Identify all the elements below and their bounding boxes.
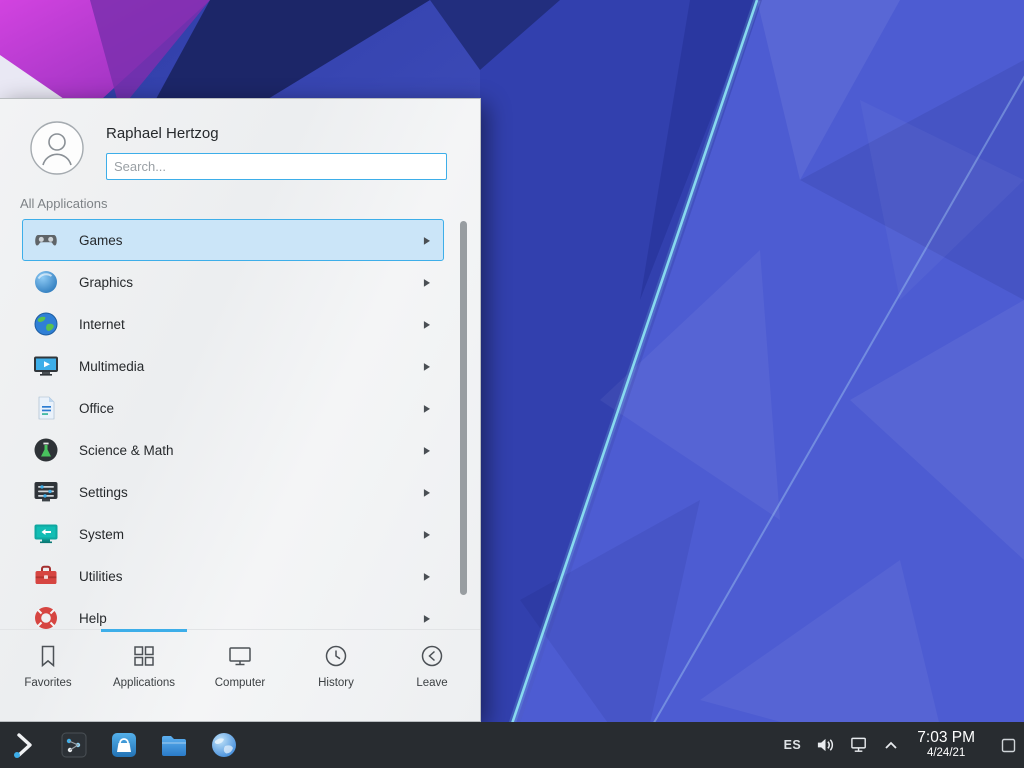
submenu-arrow-icon: ▶: [424, 402, 430, 413]
taskbar-app-discover[interactable]: [106, 725, 142, 765]
category-list: Games ▶ Graphics ▶: [0, 217, 480, 629]
games-icon: [31, 225, 61, 255]
discover-icon: [109, 730, 139, 760]
category-utilities[interactable]: Utilities ▶: [22, 555, 444, 597]
category-office[interactable]: Office ▶: [22, 387, 444, 429]
science-icon: [31, 435, 61, 465]
category-multimedia[interactable]: Multimedia ▶: [22, 345, 444, 387]
tab-label: Computer: [215, 677, 266, 689]
search-input[interactable]: [106, 153, 447, 180]
network-icon[interactable]: [850, 736, 869, 754]
taskbar-panel: ES 7:03 PM 4/24/21: [0, 722, 1024, 768]
category-games[interactable]: Games ▶: [22, 219, 444, 261]
tab-computer[interactable]: Computer: [192, 643, 288, 721]
taskbar-app-browser[interactable]: [206, 725, 242, 765]
category-label: Utilities: [79, 569, 424, 584]
active-tab-indicator: [101, 629, 187, 632]
office-icon: [31, 393, 61, 423]
globe-icon: [209, 730, 239, 760]
category-science-math[interactable]: Science & Math ▶: [22, 429, 444, 471]
launcher-icon: [9, 730, 39, 760]
tab-label: History: [318, 677, 354, 689]
tab-applications[interactable]: Applications: [96, 643, 192, 721]
system-tray: ES 7:03 PM 4/24/21: [784, 722, 1020, 768]
submenu-arrow-icon: ▶: [424, 276, 430, 287]
tab-label: Favorites: [24, 677, 71, 689]
settings-icon: [31, 477, 61, 507]
folder-icon: [159, 730, 189, 760]
list-scrollbar[interactable]: [460, 221, 467, 595]
launcher-tab-bar: Favorites Applications Computer: [0, 629, 480, 721]
tab-label: Applications: [113, 677, 175, 689]
category-system[interactable]: System ▶: [22, 513, 444, 555]
launcher-header: Raphael Hertzog: [0, 99, 480, 192]
category-label: Games: [79, 233, 424, 248]
volume-icon[interactable]: [816, 736, 835, 754]
submenu-arrow-icon: ▶: [424, 612, 430, 623]
section-label: All Applications: [20, 196, 480, 211]
submenu-arrow-icon: ▶: [424, 318, 430, 329]
category-label: Office: [79, 401, 424, 416]
taskbar-app-dolphin[interactable]: [156, 725, 192, 765]
taskbar-apps: [6, 725, 242, 765]
clock-date: 4/24/21: [917, 747, 975, 761]
digital-clock[interactable]: 7:03 PM 4/24/21: [917, 729, 975, 761]
help-icon: [31, 603, 61, 629]
clock-time: 7:03 PM: [917, 729, 975, 748]
category-graphics[interactable]: Graphics ▶: [22, 261, 444, 303]
application-launcher-popup: Raphael Hertzog All Applications Games ▶: [0, 98, 481, 722]
tab-leave[interactable]: Leave: [384, 643, 480, 721]
applications-icon: [131, 643, 157, 669]
tab-label: Leave: [416, 677, 447, 689]
submenu-arrow-icon: ▶: [424, 360, 430, 371]
tab-history[interactable]: History: [288, 643, 384, 721]
show-desktop-button[interactable]: [996, 722, 1020, 768]
konsole-icon: [59, 730, 89, 760]
category-internet[interactable]: Internet ▶: [22, 303, 444, 345]
taskbar-app-konsole[interactable]: [56, 725, 92, 765]
tab-favorites[interactable]: Favorites: [0, 643, 96, 721]
category-label: System: [79, 527, 424, 542]
keyboard-layout-indicator[interactable]: ES: [784, 738, 802, 752]
computer-icon: [227, 643, 253, 669]
user-name: Raphael Hertzog: [106, 125, 447, 142]
utilities-icon: [31, 561, 61, 591]
category-label: Multimedia: [79, 359, 424, 374]
multimedia-icon: [31, 351, 61, 381]
category-label: Science & Math: [79, 443, 424, 458]
show-desktop-icon: [1001, 738, 1016, 753]
graphics-icon: [31, 267, 61, 297]
category-label: Graphics: [79, 275, 424, 290]
history-icon: [323, 643, 349, 669]
submenu-arrow-icon: ▶: [424, 528, 430, 539]
internet-icon: [31, 309, 61, 339]
submenu-arrow-icon: ▶: [424, 444, 430, 455]
favorites-icon: [35, 643, 61, 669]
category-settings[interactable]: Settings ▶: [22, 471, 444, 513]
submenu-arrow-icon: ▶: [424, 570, 430, 581]
app-launcher-button[interactable]: [6, 725, 42, 765]
expand-tray-icon[interactable]: [884, 740, 898, 750]
category-label: Help: [79, 611, 424, 626]
submenu-arrow-icon: ▶: [424, 486, 430, 497]
submenu-arrow-icon: ▶: [424, 234, 430, 245]
category-label: Internet: [79, 317, 424, 332]
leave-icon: [419, 643, 445, 669]
category-help[interactable]: Help ▶: [22, 597, 444, 629]
category-label: Settings: [79, 485, 424, 500]
user-avatar[interactable]: [30, 121, 84, 175]
system-icon: [31, 519, 61, 549]
